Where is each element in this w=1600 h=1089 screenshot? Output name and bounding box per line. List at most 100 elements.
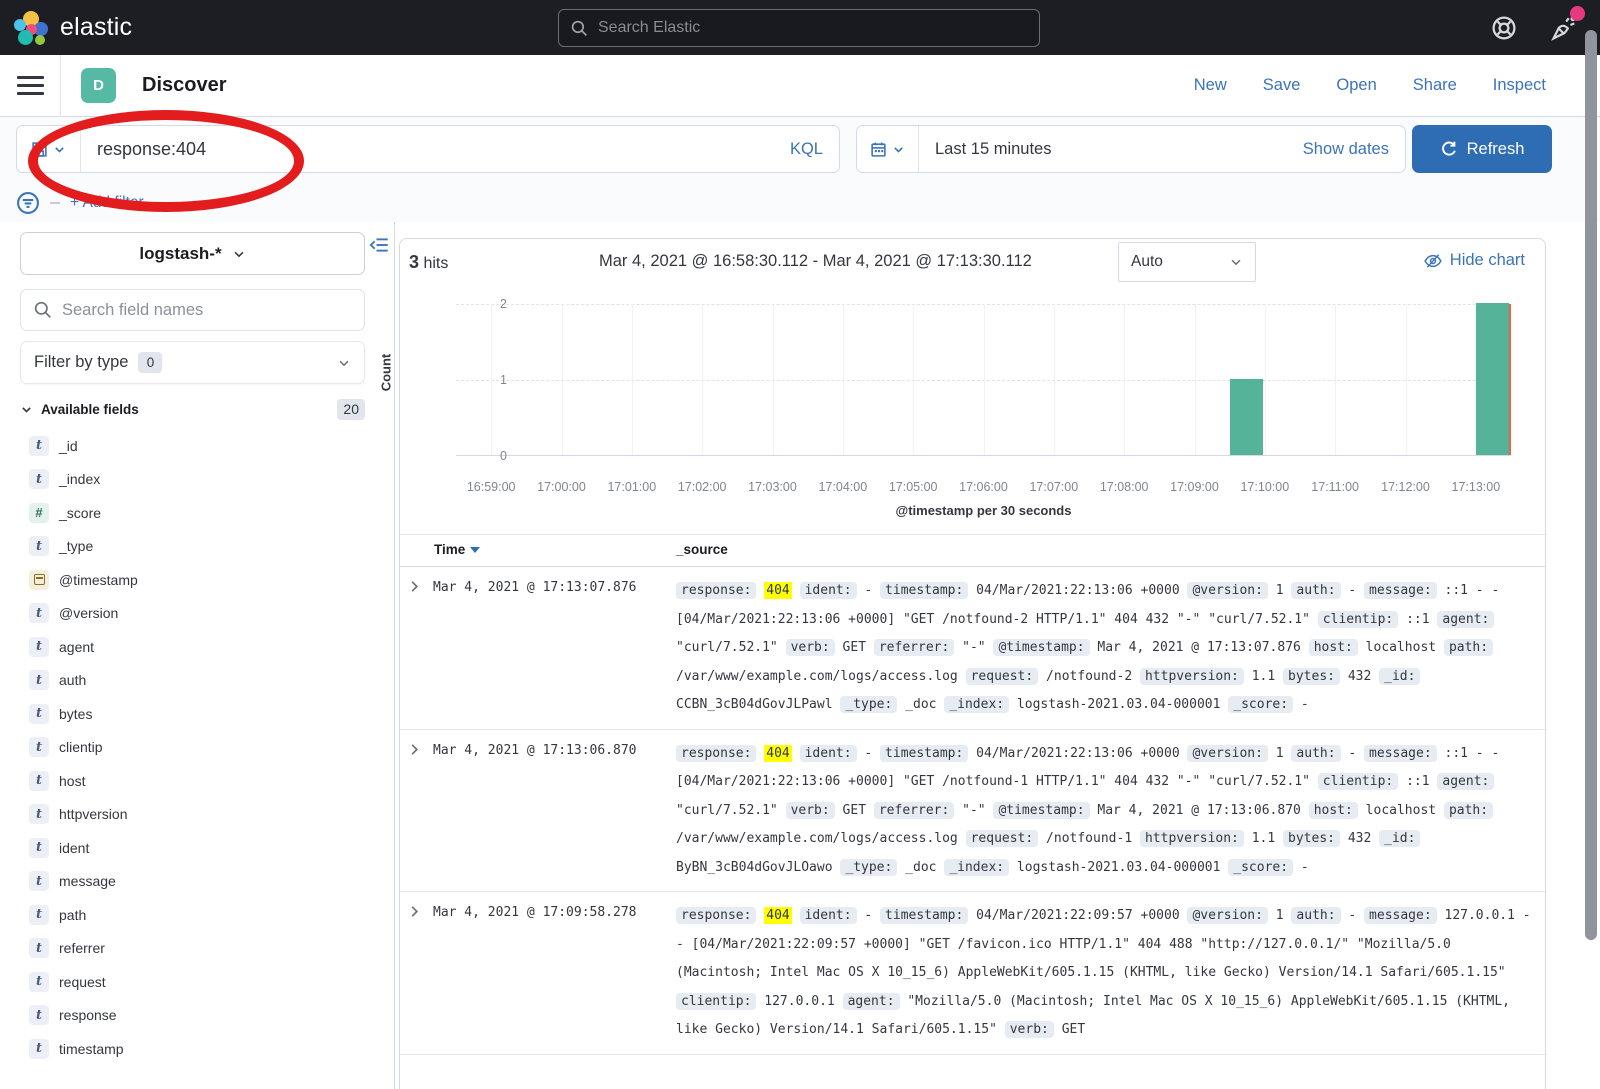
documents-table-body: Mar 4, 2021 @ 17:13:07.876response: 404 … [400,567,1545,1089]
expand-row-icon[interactable] [407,579,422,594]
field-item-@timestamp[interactable]: @timestamp [20,563,375,597]
time-column-header[interactable]: Time [434,542,480,557]
filter-separator [50,202,60,204]
field-badge: ident: [800,745,857,762]
share-button[interactable]: Share [1413,76,1457,95]
field-item-message[interactable]: tmessage [20,865,375,899]
field-list: t_idt_index#_scoret_type@timestampt@vers… [20,429,375,1066]
field-badge: clientip: [1318,773,1398,790]
news-feed-icon[interactable] [1551,14,1578,41]
query-bar: KQL Last 15 minutes Show dates Refresh [0,117,1600,222]
field-name: bytes [59,706,92,722]
field-item-host[interactable]: thost [20,764,375,798]
show-dates-button[interactable]: Show dates [1303,140,1405,159]
text-field-icon: t [29,905,49,925]
refresh-button[interactable]: Refresh [1412,125,1552,173]
field-item-path[interactable]: tpath [20,898,375,932]
collapse-sidebar-icon[interactable] [369,235,389,255]
refresh-label: Refresh [1467,140,1525,159]
current-time-marker [1509,304,1511,455]
field-item-request[interactable]: trequest [20,965,375,999]
global-search[interactable] [558,9,1040,47]
text-field-icon: t [29,838,49,858]
field-item-agent[interactable]: tagent [20,630,375,664]
saved-query-menu-button[interactable] [17,126,81,172]
field-badge: timestamp: [880,582,968,599]
help-icon[interactable] [1491,15,1517,41]
expand-row-icon[interactable] [407,904,422,919]
gridline [1406,304,1407,455]
field-badge: request: [966,668,1039,685]
index-pattern-select[interactable]: logstash-* [20,232,365,275]
text-field-icon: t [29,737,49,757]
field-badge: ident: [800,907,857,924]
field-badge: verb: [786,802,835,819]
field-item-timestamp[interactable]: ttimestamp [20,1032,375,1066]
row-source: response: 404 ident: - timestamp: 04/Mar… [676,902,1531,1045]
field-item-response[interactable]: tresponse [20,999,375,1033]
filter-icon[interactable] [16,191,40,215]
menu-icon[interactable] [17,76,44,95]
field-badge: clientip: [1318,611,1398,628]
x-axis-tick: 17:11:00 [1300,480,1370,494]
page-title: Discover [142,74,227,97]
field-badge: @version: [1187,745,1267,762]
field-item-ident[interactable]: tident [20,831,375,865]
date-quick-select-button[interactable] [857,126,919,172]
interval-select[interactable]: Auto [1118,242,1256,282]
field-item-@version[interactable]: t@version [20,597,375,631]
histogram-bar-17:13:00[interactable] [1476,303,1510,455]
gridline [1124,304,1125,455]
field-badge: @timestamp: [993,639,1089,656]
field-item-httpversion[interactable]: thttpversion [20,798,375,832]
y-axis-tick: 1 [467,373,507,387]
text-field-icon: t [29,1005,49,1025]
query-input[interactable] [81,139,790,160]
field-badge: _type: [840,859,897,876]
inspect-button[interactable]: Inspect [1493,76,1546,95]
gridline [984,304,985,455]
field-badge: auth: [1291,907,1340,924]
field-badge: _score: [1228,859,1293,876]
x-axis-tick: 17:07:00 [1019,480,1089,494]
time-range-value[interactable]: Last 15 minutes [919,140,1303,159]
global-search-input[interactable] [598,19,1027,37]
filter-by-type-label: Filter by type [34,353,128,372]
hide-chart-button[interactable]: Hide chart [1424,251,1525,270]
filter-by-type-select[interactable]: Filter by type 0 [20,341,365,384]
refresh-icon [1440,140,1458,158]
text-field-icon: t [29,670,49,690]
text-field-icon: t [29,469,49,489]
field-item-referrer[interactable]: treferrer [20,932,375,966]
field-badge: bytes: [1283,830,1340,847]
field-item-_id[interactable]: t_id [20,429,375,463]
histogram-bar-17:09:30[interactable] [1230,379,1264,455]
page-scrollbar[interactable] [1585,30,1597,940]
field-badge: clientip: [676,993,756,1010]
save-button[interactable]: Save [1263,76,1301,95]
expand-row-icon[interactable] [407,742,422,757]
chevron-down-icon [1229,255,1243,269]
field-search-input[interactable] [62,301,351,320]
field-badge: agent: [1437,611,1494,628]
field-item-_index[interactable]: t_index [20,463,375,497]
field-item-_score[interactable]: #_score [20,496,375,530]
field-item-clientip[interactable]: tclientip [20,731,375,765]
elastic-logo[interactable]: elastic [0,10,132,46]
add-filter-button[interactable]: + Add filter [70,194,144,212]
field-item-auth[interactable]: tauth [20,664,375,698]
x-axis-tick: 17:04:00 [808,480,878,494]
new-button[interactable]: New [1194,76,1227,95]
source-column-header: _source [676,542,728,557]
x-axis-tick: 17:10:00 [1230,480,1300,494]
row-source: response: 404 ident: - timestamp: 04/Mar… [676,577,1531,720]
field-item-bytes[interactable]: tbytes [20,697,375,731]
field-item-_type[interactable]: t_type [20,530,375,564]
text-field-icon: t [29,771,49,791]
field-badge: ident: [800,582,857,599]
available-fields-header[interactable]: Available fields 20 [20,397,365,421]
field-name: host [59,773,85,789]
open-button[interactable]: Open [1336,76,1376,95]
query-language-button[interactable]: KQL [790,140,839,159]
field-name: agent [59,639,94,655]
